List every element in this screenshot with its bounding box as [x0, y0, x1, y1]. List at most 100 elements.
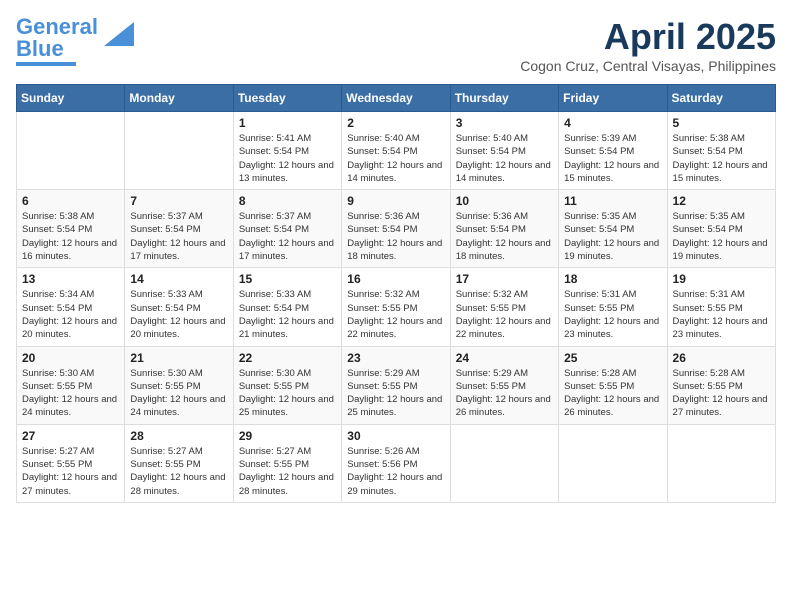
day-number: 17	[456, 272, 553, 286]
day-info: Sunrise: 5:30 AM Sunset: 5:55 PM Dayligh…	[22, 367, 119, 420]
day-info: Sunrise: 5:37 AM Sunset: 5:54 PM Dayligh…	[239, 210, 336, 263]
day-number: 15	[239, 272, 336, 286]
day-number: 21	[130, 351, 227, 365]
day-info: Sunrise: 5:35 AM Sunset: 5:54 PM Dayligh…	[673, 210, 770, 263]
day-info: Sunrise: 5:31 AM Sunset: 5:55 PM Dayligh…	[673, 288, 770, 341]
day-number: 19	[673, 272, 770, 286]
calendar-cell: 1 Sunrise: 5:41 AM Sunset: 5:54 PM Daylig…	[233, 112, 341, 190]
calendar-cell: 5 Sunrise: 5:38 AM Sunset: 5:54 PM Daylig…	[667, 112, 775, 190]
calendar-cell: 19 Sunrise: 5:31 AM Sunset: 5:55 PM Dayli…	[667, 268, 775, 346]
day-number: 28	[130, 429, 227, 443]
day-info: Sunrise: 5:27 AM Sunset: 5:55 PM Dayligh…	[239, 445, 336, 498]
calendar-cell: 24 Sunrise: 5:29 AM Sunset: 5:55 PM Dayli…	[450, 346, 558, 424]
calendar-week-row: 13 Sunrise: 5:34 AM Sunset: 5:54 PM Dayli…	[17, 268, 776, 346]
day-info: Sunrise: 5:29 AM Sunset: 5:55 PM Dayligh…	[456, 367, 553, 420]
day-number: 14	[130, 272, 227, 286]
day-info: Sunrise: 5:36 AM Sunset: 5:54 PM Dayligh…	[456, 210, 553, 263]
calendar-cell: 26 Sunrise: 5:28 AM Sunset: 5:55 PM Dayli…	[667, 346, 775, 424]
weekday-header: Wednesday	[342, 85, 450, 112]
day-info: Sunrise: 5:33 AM Sunset: 5:54 PM Dayligh…	[239, 288, 336, 341]
calendar-cell: 13 Sunrise: 5:34 AM Sunset: 5:54 PM Dayli…	[17, 268, 125, 346]
day-number: 13	[22, 272, 119, 286]
calendar-cell: 18 Sunrise: 5:31 AM Sunset: 5:55 PM Dayli…	[559, 268, 667, 346]
calendar-cell: 11 Sunrise: 5:35 AM Sunset: 5:54 PM Dayli…	[559, 190, 667, 268]
calendar-cell: 16 Sunrise: 5:32 AM Sunset: 5:55 PM Dayli…	[342, 268, 450, 346]
calendar-cell: 8 Sunrise: 5:37 AM Sunset: 5:54 PM Daylig…	[233, 190, 341, 268]
day-number: 5	[673, 116, 770, 130]
calendar-cell: 3 Sunrise: 5:40 AM Sunset: 5:54 PM Daylig…	[450, 112, 558, 190]
day-number: 3	[456, 116, 553, 130]
calendar-cell: 15 Sunrise: 5:33 AM Sunset: 5:54 PM Dayli…	[233, 268, 341, 346]
calendar-cell	[17, 112, 125, 190]
logo-icon	[104, 22, 134, 46]
day-number: 25	[564, 351, 661, 365]
logo: GeneralBlue	[16, 16, 134, 66]
weekday-header: Friday	[559, 85, 667, 112]
day-number: 10	[456, 194, 553, 208]
day-info: Sunrise: 5:32 AM Sunset: 5:55 PM Dayligh…	[347, 288, 444, 341]
calendar-cell: 7Sunrise: 5:37 AM Sunset: 5:54 PM Daylig…	[125, 190, 233, 268]
day-info: Sunrise: 5:41 AM Sunset: 5:54 PM Dayligh…	[239, 132, 336, 185]
calendar-cell: 21 Sunrise: 5:30 AM Sunset: 5:55 PM Dayli…	[125, 346, 233, 424]
day-info: Sunrise: 5:40 AM Sunset: 5:54 PM Dayligh…	[456, 132, 553, 185]
calendar-cell: 25 Sunrise: 5:28 AM Sunset: 5:55 PM Dayli…	[559, 346, 667, 424]
day-info: Sunrise: 5:28 AM Sunset: 5:55 PM Dayligh…	[564, 367, 661, 420]
calendar-cell	[450, 424, 558, 502]
calendar-cell: 9Sunrise: 5:36 AM Sunset: 5:54 PM Daylig…	[342, 190, 450, 268]
weekday-header: Sunday	[17, 85, 125, 112]
calendar-cell: 6 Sunrise: 5:38 AM Sunset: 5:54 PM Daylig…	[17, 190, 125, 268]
calendar-cell: 27Sunrise: 5:27 AM Sunset: 5:55 PM Dayli…	[17, 424, 125, 502]
day-number: 27	[22, 429, 119, 443]
calendar-week-row: 27 Sunrise: 5:27 AM Sunset: 5:55 PM Dayli…	[17, 424, 776, 502]
title-area: April 2025 Cogon Cruz, Central Visayas, …	[520, 16, 776, 74]
calendar-cell	[559, 424, 667, 502]
calendar-cell: 29 Sunrise: 5:27 AM Sunset: 5:55 PM Dayli…	[233, 424, 341, 502]
day-number: 9	[347, 194, 444, 208]
day-number: 20	[22, 351, 119, 365]
day-info: Sunrise: 5:35 AM Sunset: 5:54 PM Dayligh…	[564, 210, 661, 263]
day-info: Sunrise: 5:27 AM Sunset: 5:55 PM Dayligh…	[130, 445, 227, 498]
weekday-header: Thursday	[450, 85, 558, 112]
page-header: GeneralBlue April 2025 Cogon Cruz, Centr…	[16, 16, 776, 74]
logo-bar	[16, 62, 76, 66]
calendar-cell: 17 Sunrise: 5:32 AM Sunset: 5:55 PM Dayli…	[450, 268, 558, 346]
day-info: Sunrise: 5:40 AM Sunset: 5:54 PM Dayligh…	[347, 132, 444, 185]
day-number: 18	[564, 272, 661, 286]
day-info: Sunrise: 5:38 AM Sunset: 5:54 PM Dayligh…	[22, 210, 119, 263]
day-number: 30	[347, 429, 444, 443]
day-number: 22	[239, 351, 336, 365]
location-title: Cogon Cruz, Central Visayas, Philippines	[520, 58, 776, 74]
day-info: Sunrise: 5:28 AM Sunset: 5:55 PM Dayligh…	[673, 367, 770, 420]
day-info: Sunrise: 5:29 AM Sunset: 5:55 PM Dayligh…	[347, 367, 444, 420]
day-number: 8	[239, 194, 336, 208]
day-info: Sunrise: 5:31 AM Sunset: 5:55 PM Dayligh…	[564, 288, 661, 341]
day-info: Sunrise: 5:38 AM Sunset: 5:54 PM Dayligh…	[673, 132, 770, 185]
day-info: Sunrise: 5:32 AM Sunset: 5:55 PM Dayligh…	[456, 288, 553, 341]
calendar-cell: 23 Sunrise: 5:29 AM Sunset: 5:55 PM Dayli…	[342, 346, 450, 424]
day-info: Sunrise: 5:30 AM Sunset: 5:55 PM Dayligh…	[130, 367, 227, 420]
calendar-cell: 10 Sunrise: 5:36 AM Sunset: 5:54 PM Dayli…	[450, 190, 558, 268]
weekday-header: Monday	[125, 85, 233, 112]
weekday-header: Tuesday	[233, 85, 341, 112]
day-info: Sunrise: 5:34 AM Sunset: 5:54 PM Dayligh…	[22, 288, 119, 341]
day-number: 6	[22, 194, 119, 208]
day-number: 4	[564, 116, 661, 130]
calendar-week-row: 20 Sunrise: 5:30 AM Sunset: 5:55 PM Dayli…	[17, 346, 776, 424]
calendar-cell: 14Sunrise: 5:33 AM Sunset: 5:54 PM Dayli…	[125, 268, 233, 346]
day-number: 24	[456, 351, 553, 365]
month-title: April 2025	[520, 16, 776, 58]
day-number: 29	[239, 429, 336, 443]
day-number: 26	[673, 351, 770, 365]
day-number: 12	[673, 194, 770, 208]
day-number: 16	[347, 272, 444, 286]
calendar-week-row: 6 Sunrise: 5:38 AM Sunset: 5:54 PM Daylig…	[17, 190, 776, 268]
day-number: 11	[564, 194, 661, 208]
calendar-cell: 12 Sunrise: 5:35 AM Sunset: 5:54 PM Dayli…	[667, 190, 775, 268]
calendar-cell: 30Sunrise: 5:26 AM Sunset: 5:56 PM Dayli…	[342, 424, 450, 502]
day-number: 23	[347, 351, 444, 365]
day-info: Sunrise: 5:37 AM Sunset: 5:54 PM Dayligh…	[130, 210, 227, 263]
day-info: Sunrise: 5:39 AM Sunset: 5:54 PM Dayligh…	[564, 132, 661, 185]
calendar-cell: 22Sunrise: 5:30 AM Sunset: 5:55 PM Dayli…	[233, 346, 341, 424]
calendar-header-row: SundayMondayTuesdayWednesdayThursdayFrid…	[17, 85, 776, 112]
day-number: 1	[239, 116, 336, 130]
